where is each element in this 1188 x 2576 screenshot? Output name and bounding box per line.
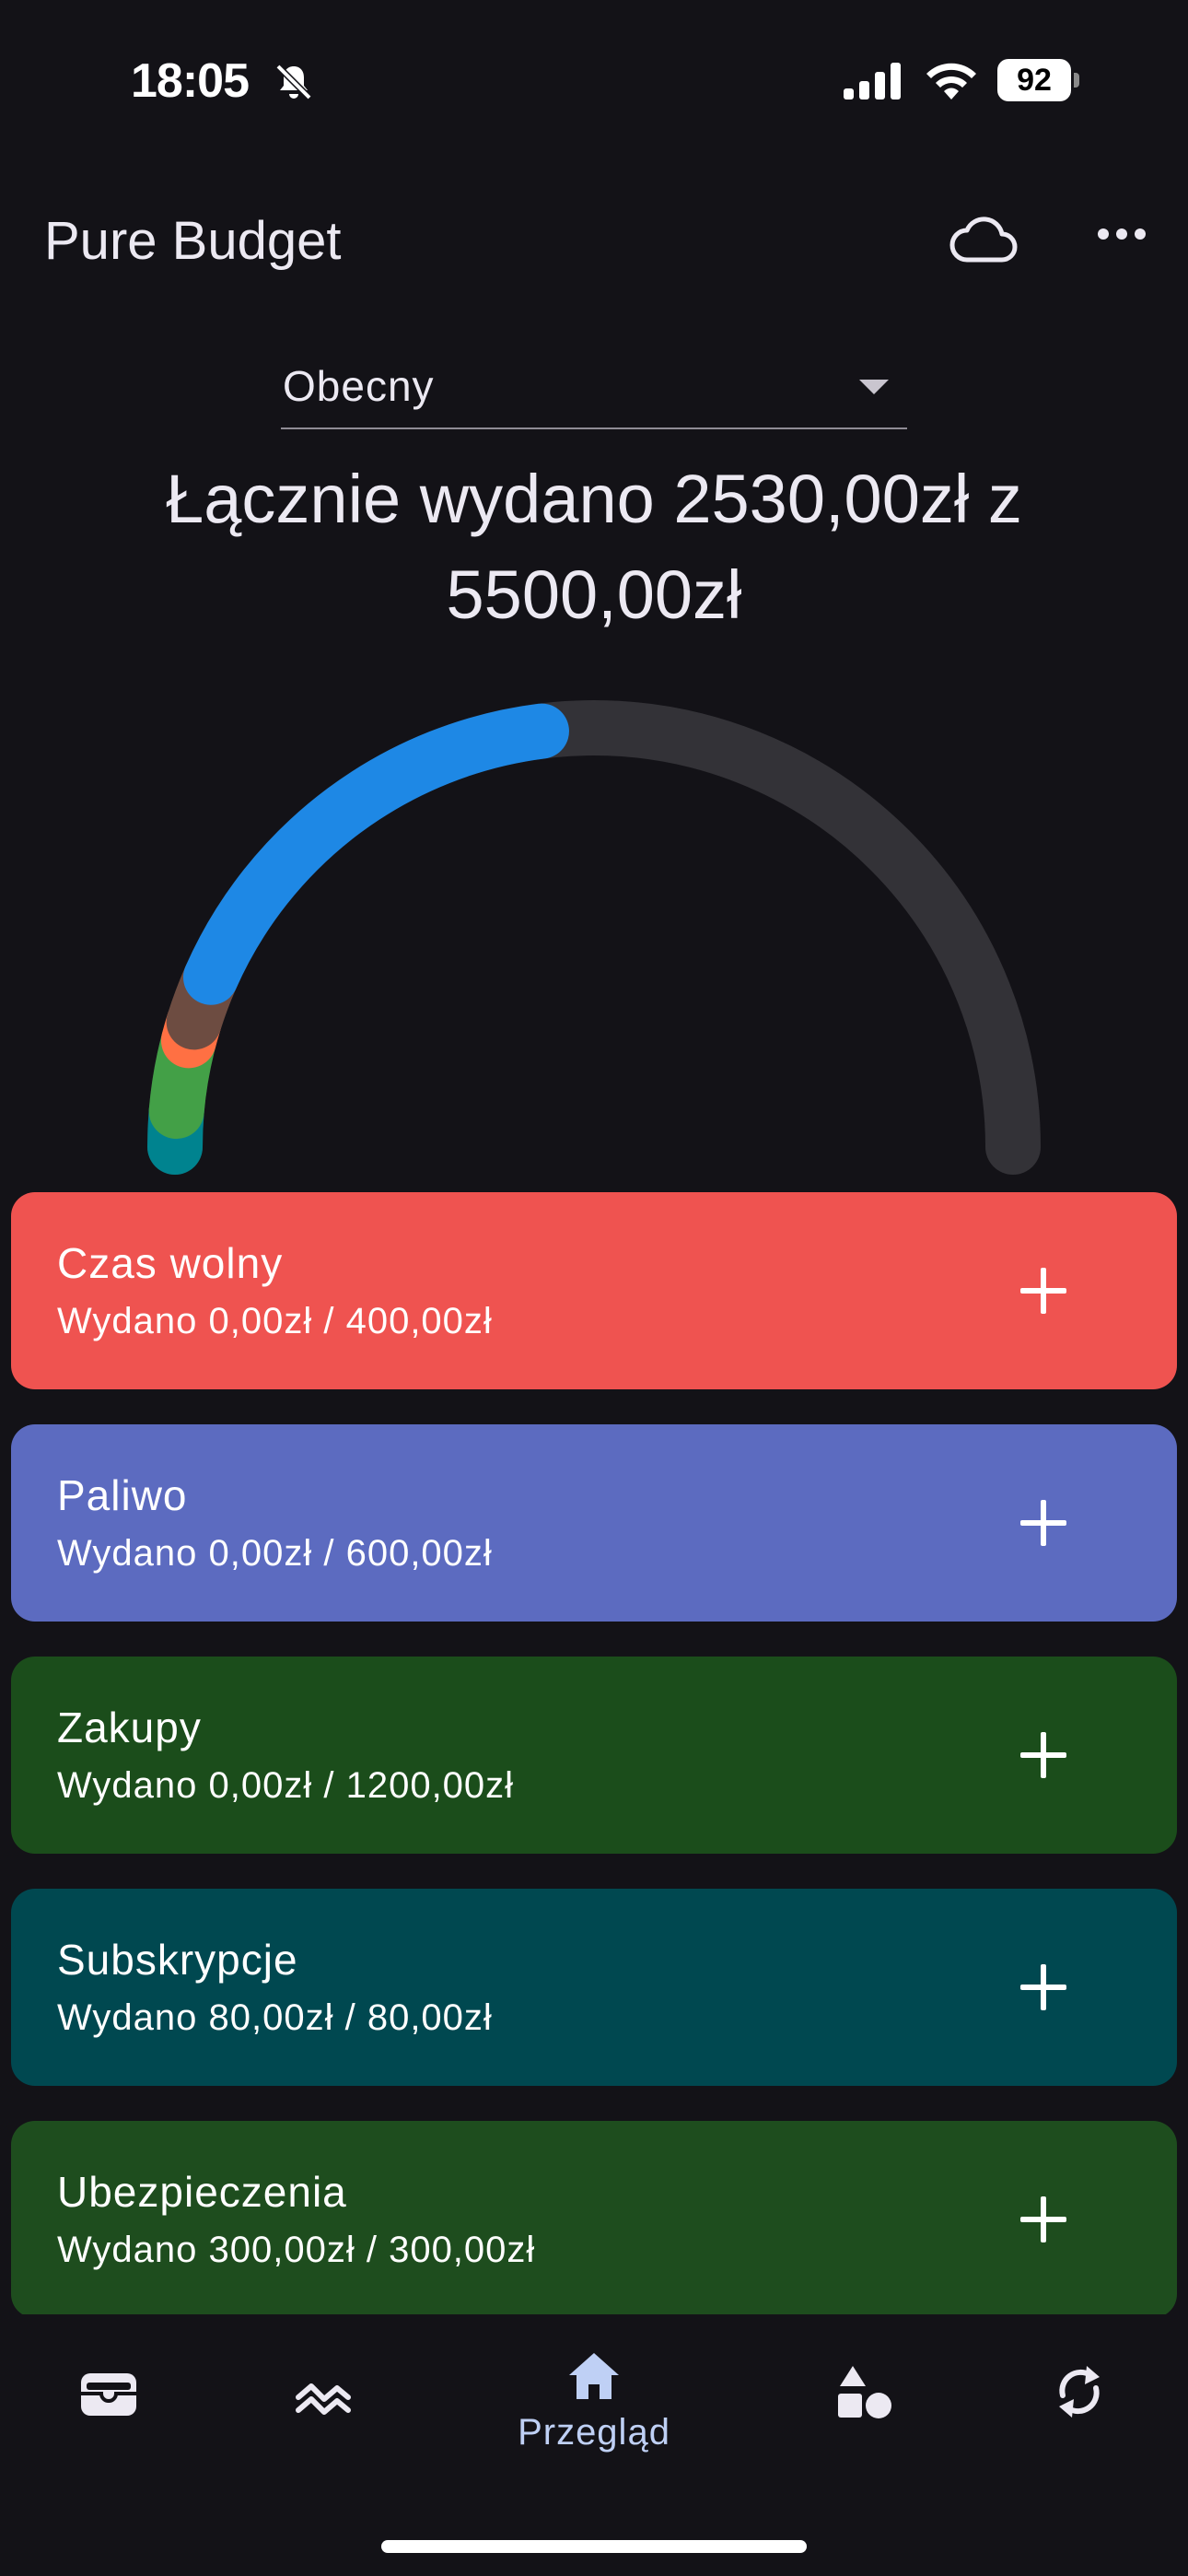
add-expense-icon[interactable] [1020,1964,1066,2010]
cloud-icon[interactable] [949,214,1019,265]
category-name: Ubezpieczenia [57,2168,347,2216]
gauge-track [147,700,1041,1175]
battery-icon: 92 [997,59,1079,101]
period-value: Obecny [283,362,435,410]
budget-gauge [147,700,1041,1175]
status-bar: 18:05 92 [0,0,1188,157]
bottom-nav: Przegląd [0,2314,1188,2576]
summary-line-1: Łącznie wydano 2530,00zł z [166,461,1022,537]
signal-icon [844,63,901,100]
category-card[interactable]: Paliwo Wydano 0,00zł / 600,00zł [11,1424,1177,1622]
app-title: Pure Budget [44,211,342,271]
bell-off-icon [275,64,312,100]
sync-icon[interactable] [1054,2364,1105,2419]
battery-level: 92 [1017,63,1052,98]
chevron-down-icon [859,380,889,394]
nav-label-overview[interactable]: Przegląd [512,2412,676,2453]
home-icon[interactable] [567,2351,621,2401]
period-dropdown[interactable]: Obecny [281,348,907,429]
wallet-icon[interactable] [79,2370,138,2418]
categories-icon[interactable] [836,2364,893,2419]
trend-icon[interactable] [295,2379,352,2416]
category-name: Zakupy [57,1704,202,1751]
category-name: Subskrypcje [57,1936,298,1984]
add-expense-icon[interactable] [1020,2196,1066,2242]
category-name: Paliwo [57,1471,188,1519]
category-card[interactable]: Czas wolny Wydano 0,00zł / 400,00zł [11,1192,1177,1389]
add-expense-icon[interactable] [1020,1732,1066,1778]
total-summary: Łącznie wydano 2530,00zł z 5500,00zł [55,451,1133,643]
add-expense-icon[interactable] [1020,1500,1066,1546]
category-spent: Wydano 0,00zł / 600,00zł [57,1533,493,1574]
category-spent: Wydano 0,00zł / 1200,00zł [57,1765,515,1806]
wifi-icon [926,63,976,100]
category-card[interactable]: Ubezpieczenia Wydano 300,00zł / 300,00zł [11,2121,1177,2318]
category-spent: Wydano 0,00zł / 400,00zł [57,1301,493,1341]
more-icon[interactable] [1096,227,1147,241]
summary-line-2: 5500,00zł [446,556,742,633]
category-card[interactable]: Subskrypcje Wydano 80,00zł / 80,00zł [11,1889,1177,2086]
add-expense-icon[interactable] [1020,1268,1066,1314]
category-list: Czas wolny Wydano 0,00zł / 400,00zł Pali… [11,1192,1177,2353]
category-card[interactable]: Zakupy Wydano 0,00zł / 1200,00zł [11,1657,1177,1854]
category-name: Czas wolny [57,1239,284,1287]
home-indicator [381,2540,807,2553]
category-spent: Wydano 300,00zł / 300,00zł [57,2230,536,2270]
gauge-segment [182,703,569,1005]
category-spent: Wydano 80,00zł / 80,00zł [57,1997,493,2038]
status-time: 18:05 [131,54,250,108]
